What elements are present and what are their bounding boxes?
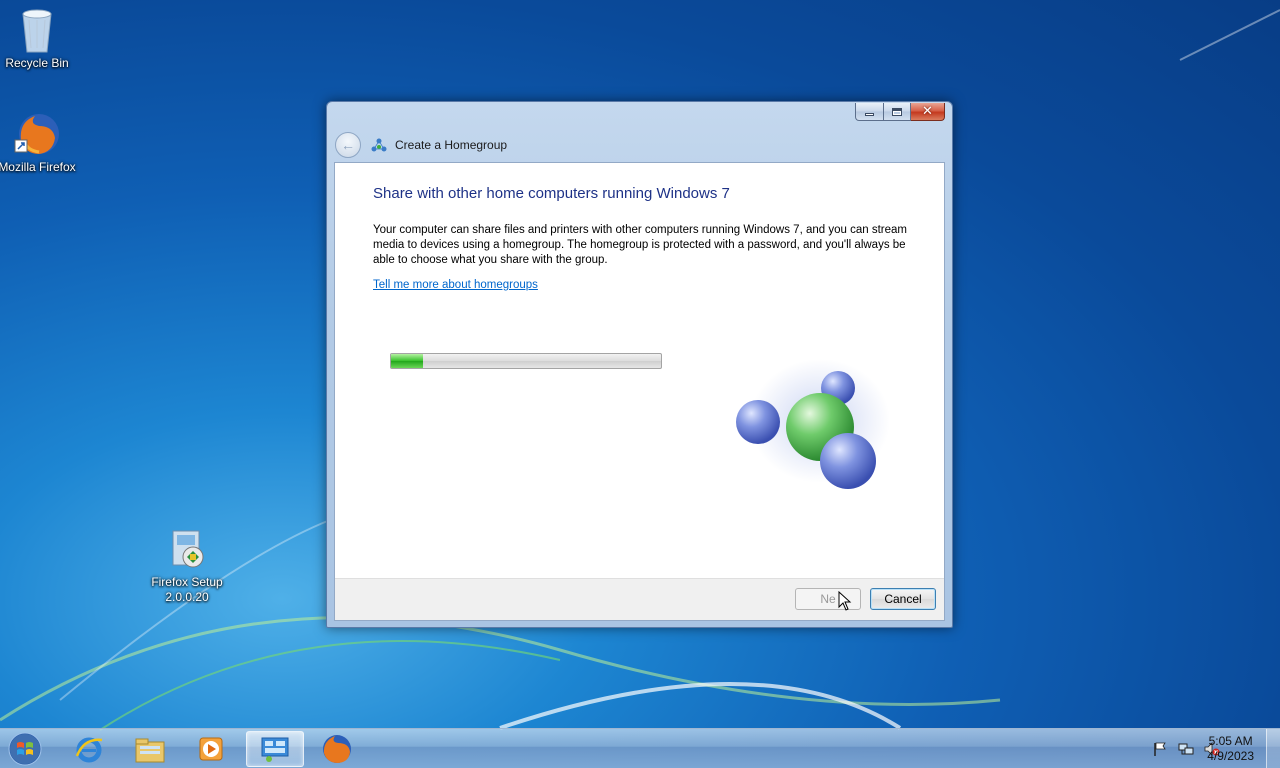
- firefox-icon: [323, 735, 351, 763]
- desktop-icon-mozilla-firefox[interactable]: Mozilla Firefox: [0, 110, 77, 175]
- wizard-footer: Ne Cancel: [335, 578, 944, 620]
- taskbar-media-player[interactable]: [182, 731, 240, 767]
- create-homegroup-window: ✕ ← Create a Homegroup Share with other …: [326, 101, 953, 628]
- maximize-icon: [892, 107, 902, 116]
- desktop-icon-label: Mozilla Firefox: [0, 160, 76, 174]
- taskbar-internet-explorer[interactable]: [60, 731, 118, 767]
- system-clock[interactable]: 5:05 AM 4/9/2023: [1207, 734, 1254, 764]
- clock-time: 5:05 AM: [1208, 734, 1253, 748]
- taskbar-homegroup[interactable]: [246, 731, 304, 767]
- desktop-icon-recycle-bin[interactable]: Recycle Bin: [0, 6, 77, 71]
- progress-bar: [390, 353, 662, 369]
- minimize-button[interactable]: [855, 103, 884, 121]
- taskbar-windows-explorer[interactable]: [121, 731, 179, 767]
- back-arrow-icon: ←: [341, 137, 355, 153]
- show-desktop-button[interactable]: [1266, 729, 1280, 768]
- taskbar-firefox[interactable]: [308, 731, 366, 767]
- wizard-content: Share with other home computers running …: [334, 162, 945, 621]
- media-player-icon: [199, 737, 223, 761]
- back-button[interactable]: ←: [335, 132, 361, 158]
- recycle-bin-icon: [13, 6, 61, 54]
- window-title: Create a Homegroup: [395, 138, 508, 152]
- network-icon[interactable]: [1178, 741, 1194, 757]
- internet-explorer-icon: [75, 737, 103, 763]
- windows-logo-icon: [8, 732, 42, 766]
- clock-date: 4/9/2023: [1207, 749, 1254, 763]
- close-icon: ✕: [922, 104, 933, 119]
- desktop-icon-label: Firefox Setup 2.0.0.20: [151, 575, 223, 604]
- homegroup-control-panel-icon: [261, 737, 289, 762]
- taskbar: 5:05 AM 4/9/2023: [0, 728, 1280, 768]
- wizard-nav-bar: ← Create a Homegroup: [335, 132, 507, 158]
- windows-explorer-icon: [135, 738, 165, 763]
- firefox-icon: [13, 110, 61, 158]
- page-heading: Share with other home computers running …: [373, 185, 730, 202]
- mouse-cursor-icon: [838, 591, 852, 611]
- action-center-flag-icon[interactable]: [1152, 741, 1168, 757]
- close-button[interactable]: ✕: [911, 103, 945, 121]
- homegroup-icon: [371, 138, 387, 152]
- homegroups-help-link[interactable]: Tell me more about homegroups: [373, 279, 538, 291]
- cancel-button[interactable]: Cancel: [870, 588, 936, 610]
- installer-icon: [163, 525, 211, 573]
- description-text: Your computer can share files and printe…: [373, 224, 907, 266]
- maximize-button[interactable]: [884, 103, 911, 121]
- progress-fill: [391, 354, 424, 368]
- start-button[interactable]: [4, 730, 46, 768]
- window-controls: ✕: [855, 103, 945, 121]
- desktop-icon-firefox-setup[interactable]: Firefox Setup 2.0.0.20: [147, 525, 227, 605]
- desktop-icon-label: Recycle Bin: [5, 56, 69, 70]
- minimize-icon: [865, 112, 874, 116]
- homegroup-illustration: [736, 359, 890, 489]
